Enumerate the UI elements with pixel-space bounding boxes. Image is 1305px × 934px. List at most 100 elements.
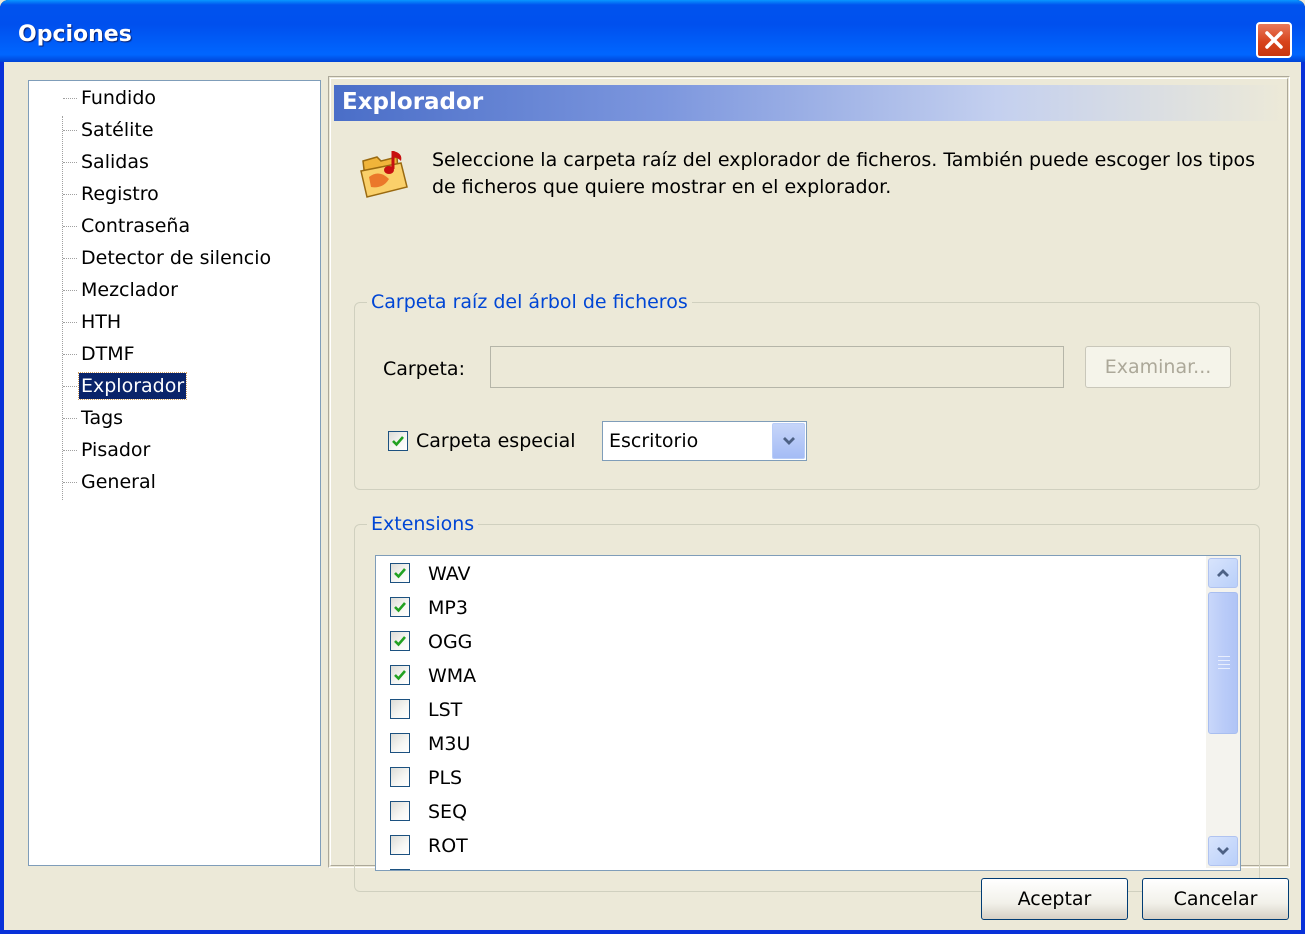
frame-bottom <box>0 930 1305 934</box>
panel-title: Explorador <box>342 89 484 115</box>
tree-branch <box>63 162 77 163</box>
tree-branch <box>63 98 77 99</box>
frame-right <box>1301 62 1305 934</box>
chevron-down-icon <box>783 437 795 445</box>
tree-item-registro[interactable]: Registro <box>79 181 161 207</box>
seq-checkbox[interactable] <box>390 801 410 821</box>
tree-branch <box>63 226 77 227</box>
wma-checkbox[interactable] <box>390 665 410 685</box>
seq-label: SEQ <box>428 801 468 823</box>
checkmark-icon <box>394 670 406 681</box>
tree-item-tags[interactable]: Tags <box>79 405 125 431</box>
m3u-label: M3U <box>428 733 471 755</box>
special-folder-checkbox[interactable] <box>388 431 408 451</box>
tree-item-fundido[interactable]: Fundido <box>79 85 158 111</box>
tree-branch <box>63 194 77 195</box>
root-folder-legend: Carpeta raíz del árbol de ficheros <box>367 289 692 315</box>
tree-branch <box>63 130 77 131</box>
cancel-button[interactable]: Cancelar <box>1142 878 1289 920</box>
close-icon <box>1265 31 1283 49</box>
list-item-pls[interactable]: PLS <box>390 761 1170 795</box>
list-item-m3u[interactable]: M3U <box>390 727 1170 761</box>
tree-item-detector-silencio[interactable]: Detector de silencio <box>79 245 273 271</box>
list-item-wav[interactable]: WAV <box>390 557 1170 591</box>
browse-button[interactable]: Examinar... <box>1085 346 1231 388</box>
checkmark-icon <box>394 602 406 613</box>
panel-description: Seleccione la carpeta raíz del explorado… <box>432 149 1256 198</box>
tree-item-hth[interactable]: HTH <box>79 309 123 335</box>
tree-item-mezclador[interactable]: Mezclador <box>79 277 180 303</box>
pls-label: PLS <box>428 767 463 789</box>
list-item-mp3[interactable]: MP3 <box>390 591 1170 625</box>
ogg-label: OGG <box>428 631 473 653</box>
extensions-list[interactable]: WAV MP3 OGG WMA LST M3U PLS SEQ ROT <box>375 555 1241 871</box>
extensions-legend: Extensions <box>367 511 479 537</box>
wma-label: WMA <box>428 665 477 687</box>
window-title: Opciones <box>18 22 132 47</box>
wav-label: WAV <box>428 563 471 585</box>
folder-label: Carpeta: <box>383 358 465 380</box>
grip-line <box>1218 660 1230 661</box>
settings-panel: Explorador Seleccione la carpeta raíz de… <box>328 76 1290 892</box>
ok-button[interactable]: Aceptar <box>981 878 1128 920</box>
ogg-checkbox[interactable] <box>390 631 410 651</box>
m3u-checkbox[interactable] <box>390 733 410 753</box>
mp3-label: MP3 <box>428 597 468 619</box>
tree-item-satelite[interactable]: Satélite <box>79 117 156 143</box>
scroll-down-button[interactable] <box>1208 836 1238 866</box>
tree-item-dtmf[interactable]: DTMF <box>79 341 137 367</box>
close-button[interactable] <box>1256 22 1292 58</box>
lst-checkbox[interactable] <box>390 699 410 719</box>
rot-label: ROT <box>428 835 468 857</box>
tree-branch <box>63 322 77 323</box>
tree-item-salidas[interactable]: Salidas <box>79 149 151 175</box>
lst-label: LST <box>428 699 463 721</box>
list-item-partial[interactable] <box>390 863 1170 870</box>
chevron-down-icon <box>1217 847 1229 855</box>
scroll-thumb[interactable] <box>1208 592 1238 734</box>
music-folder-icon <box>360 151 408 198</box>
checkmark-icon <box>392 436 404 447</box>
checkmark-icon <box>394 568 406 579</box>
panel-header: Explorador <box>334 85 1282 121</box>
tree-branch <box>63 290 77 291</box>
tree-branch <box>63 386 77 387</box>
tree-branch <box>63 354 77 355</box>
chevron-up-icon <box>1217 569 1229 577</box>
tree-connector <box>62 116 63 500</box>
checkmark-icon <box>394 636 406 647</box>
dialog-client: Fundido Satélite Salidas Registro Contra… <box>4 62 1301 930</box>
tree-item-pisador[interactable]: Pisador <box>79 437 152 463</box>
tree-item-general[interactable]: General <box>79 469 158 495</box>
list-item-wma[interactable]: WMA <box>390 659 1170 693</box>
title-bar[interactable]: Opciones <box>0 0 1305 62</box>
extensions-group: Extensions WAV MP3 OGG WMA LST M3U PLS S… <box>354 511 1260 892</box>
options-dialog: Opciones Fundido Satélite Salidas Regist… <box>0 0 1305 934</box>
special-folder-select[interactable]: Escritorio <box>602 421 807 461</box>
vertical-scrollbar[interactable] <box>1206 556 1240 868</box>
tree-branch <box>63 258 77 259</box>
list-item-rot[interactable]: ROT <box>390 829 1170 863</box>
grip-line <box>1218 664 1230 665</box>
root-folder-group: Carpeta raíz del árbol de ficheros Carpe… <box>354 289 1260 490</box>
wav-checkbox[interactable] <box>390 563 410 583</box>
pls-checkbox[interactable] <box>390 767 410 787</box>
options-tree[interactable]: Fundido Satélite Salidas Registro Contra… <box>28 80 321 866</box>
partial-checkbox[interactable] <box>390 869 410 870</box>
grip-line <box>1218 668 1230 669</box>
tree-item-explorador[interactable]: Explorador <box>77 372 188 400</box>
special-folder-label[interactable]: Carpeta especial <box>416 429 576 453</box>
tree-item-contrasena[interactable]: Contraseña <box>79 213 192 239</box>
list-item-ogg[interactable]: OGG <box>390 625 1170 659</box>
scroll-up-button[interactable] <box>1208 558 1238 588</box>
list-item-seq[interactable]: SEQ <box>390 795 1170 829</box>
tree-branch <box>63 482 77 483</box>
rot-checkbox[interactable] <box>390 835 410 855</box>
tree-branch <box>63 418 77 419</box>
dropdown-button[interactable] <box>772 423 805 459</box>
folder-input[interactable] <box>490 346 1064 388</box>
grip-line <box>1218 656 1230 657</box>
special-folder-value: Escritorio <box>609 430 699 452</box>
mp3-checkbox[interactable] <box>390 597 410 617</box>
list-item-lst[interactable]: LST <box>390 693 1170 727</box>
